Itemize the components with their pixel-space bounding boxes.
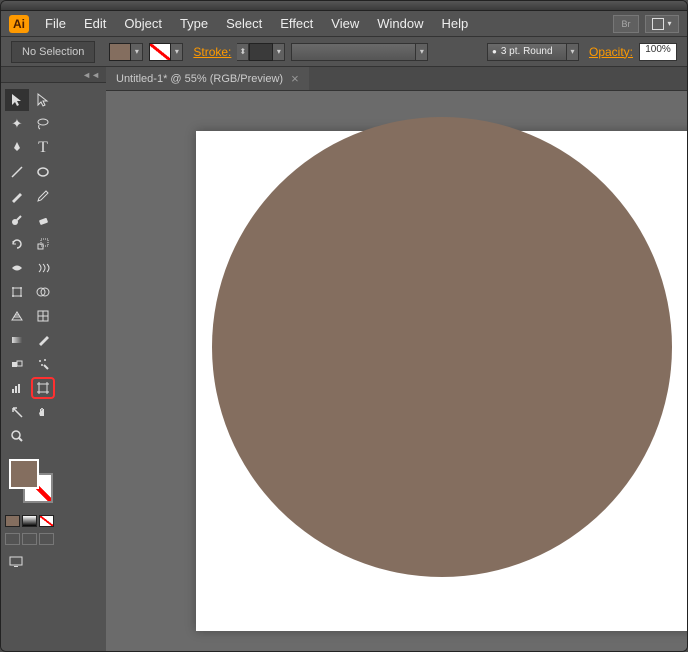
selection-tool[interactable] [5,89,29,111]
menu-view[interactable]: View [323,12,367,35]
gradient-tool[interactable] [5,329,29,351]
menu-effect[interactable]: Effect [272,12,321,35]
perspective-grid-tool[interactable] [5,305,29,327]
mesh-tool[interactable] [31,305,55,327]
document-tab-bar: Untitled-1* @ 55% (RGB/Preview) × [106,67,687,91]
variable-width-profile[interactable] [291,43,416,61]
column-graph-tool[interactable] [5,377,29,399]
document-tab[interactable]: Untitled-1* @ 55% (RGB/Preview) × [106,67,309,90]
symbol-sprayer-tool[interactable] [31,353,55,375]
menu-type[interactable]: Type [172,12,216,35]
app-icon: Ai [9,15,29,33]
none-mode-btn[interactable] [39,515,54,527]
toolbox: ✦ T [1,83,57,577]
width-tool[interactable] [5,257,29,279]
brush-dropdown[interactable]: ▾ [567,43,579,61]
ellipse-shape[interactable] [212,117,672,577]
zoom-tool[interactable] [5,425,29,447]
eraser-tool[interactable] [31,209,55,231]
menu-edit[interactable]: Edit [76,12,114,35]
paintbrush-tool[interactable] [5,185,29,207]
draw-inside-btn[interactable] [39,533,54,545]
draw-behind-btn[interactable] [22,533,37,545]
hand-tool[interactable] [31,401,55,423]
stroke-weight-dropdown[interactable]: ▾ [273,43,285,61]
artboard-tool[interactable] [31,377,55,399]
opacity-input[interactable]: 100% [639,43,677,61]
menu-window[interactable]: Window [369,12,431,35]
arrange-documents-button[interactable] [645,15,679,33]
menu-select[interactable]: Select [218,12,270,35]
stroke-label[interactable]: Stroke: [193,45,231,59]
stroke-weight-dec[interactable]: ⬍ [237,43,249,61]
free-transform-tool[interactable] [5,281,29,303]
eyedropper-tool[interactable] [31,329,55,351]
magic-wand-tool[interactable]: ✦ [5,113,29,135]
panel-collapse-icon[interactable]: ◄◄ [1,67,106,83]
scale-tool[interactable] [31,233,55,255]
screen-mode-btn[interactable] [5,553,27,571]
lasso-tool[interactable] [31,113,55,135]
warp-tool[interactable] [31,257,55,279]
stroke-dropdown[interactable]: ▾ [171,43,183,61]
fill-swatch[interactable] [109,43,131,61]
artboard [196,131,687,631]
stroke-swatch[interactable] [149,43,171,61]
fill-dropdown[interactable]: ▾ [131,43,143,61]
selection-indicator: No Selection [11,41,95,63]
rotate-tool[interactable] [5,233,29,255]
blob-brush-tool[interactable] [5,209,29,231]
blend-tool[interactable] [5,353,29,375]
control-bar: No Selection ▾ ▾ Stroke: ⬍ ▾ ▾ 3 pt. Rou… [1,37,687,67]
slice-tool[interactable] [5,401,29,423]
bridge-button[interactable]: Br [613,15,639,33]
fill-stroke-indicator[interactable] [5,455,55,511]
pen-tool[interactable] [5,137,29,159]
shape-builder-tool[interactable] [31,281,55,303]
menu-help[interactable]: Help [433,12,476,35]
pencil-tool[interactable] [31,185,55,207]
direct-selection-tool[interactable] [31,89,55,111]
variable-width-dropdown[interactable]: ▾ [416,43,428,61]
opacity-label[interactable]: Opacity: [589,45,633,59]
canvas-viewport[interactable] [106,91,687,651]
type-tool[interactable]: T [31,137,55,159]
draw-normal-btn[interactable] [5,533,20,545]
stroke-weight-input[interactable] [249,43,273,61]
fill-color-box[interactable] [9,459,39,489]
menu-bar: Ai File Edit Object Type Select Effect V… [1,11,687,37]
color-mode-btn[interactable] [5,515,20,527]
menu-file[interactable]: File [37,12,74,35]
window-title-bar [1,1,687,11]
document-tab-title: Untitled-1* @ 55% (RGB/Preview) [116,73,283,85]
line-tool[interactable] [5,161,29,183]
ellipse-tool[interactable] [31,161,55,183]
brush-definition[interactable]: 3 pt. Round [487,43,567,61]
menu-object[interactable]: Object [116,12,170,35]
close-tab-icon[interactable]: × [291,71,299,86]
gradient-mode-btn[interactable] [22,515,37,527]
